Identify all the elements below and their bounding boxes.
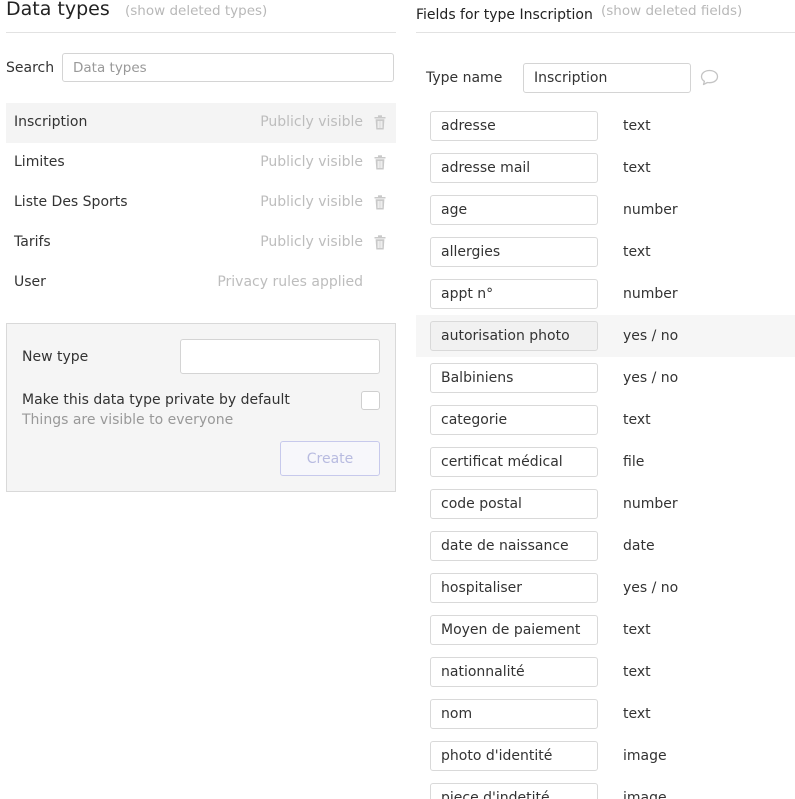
field-row: piece d'indetité image xyxy=(416,777,795,799)
trash-icon[interactable] xyxy=(374,115,386,130)
search-input[interactable] xyxy=(62,53,394,82)
field-type[interactable]: yes / no xyxy=(623,328,678,344)
private-by-default-label: Make this data type private by default xyxy=(22,392,290,408)
field-name-input[interactable]: categorie xyxy=(430,405,598,435)
trash-icon[interactable] xyxy=(374,155,386,170)
field-name-input[interactable]: piece d'indetité xyxy=(430,783,598,799)
data-type-row[interactable]: Limites Publicly visible xyxy=(6,143,396,183)
data-type-row[interactable]: Tarifs Publicly visible xyxy=(6,223,396,263)
data-type-row[interactable]: User Privacy rules applied xyxy=(6,263,396,303)
field-row: categorie text xyxy=(416,399,795,441)
field-name-input[interactable]: autorisation photo xyxy=(430,321,598,351)
field-type[interactable]: number xyxy=(623,202,678,218)
trash-icon[interactable] xyxy=(374,195,386,210)
new-type-input[interactable] xyxy=(180,339,380,374)
field-type[interactable]: image xyxy=(623,748,667,764)
comment-icon[interactable] xyxy=(700,69,719,86)
create-button[interactable]: Create xyxy=(280,441,380,476)
field-type[interactable]: yes / no xyxy=(623,370,678,386)
field-row: certificat médical file xyxy=(416,441,795,483)
field-type[interactable]: text xyxy=(623,622,651,638)
field-type[interactable]: yes / no xyxy=(623,580,678,596)
field-name-input[interactable]: adresse mail xyxy=(430,153,598,183)
field-row: nationnalité text xyxy=(416,651,795,693)
field-name-input[interactable]: date de naissance xyxy=(430,531,598,561)
field-row: appt n° number xyxy=(416,273,795,315)
field-name-input[interactable]: nom xyxy=(430,699,598,729)
type-name-input[interactable] xyxy=(523,63,691,93)
field-type[interactable]: number xyxy=(623,286,678,302)
field-name-input[interactable]: hospitaliser xyxy=(430,573,598,603)
field-type[interactable]: text xyxy=(623,160,651,176)
field-name-input[interactable]: photo d'identité xyxy=(430,741,598,771)
divider xyxy=(6,32,396,33)
field-type[interactable]: file xyxy=(623,454,644,470)
field-list: adresse text adresse mail text age number alle… xyxy=(416,105,795,799)
field-type[interactable]: text xyxy=(623,664,651,680)
field-name-input[interactable]: age xyxy=(430,195,598,225)
field-type[interactable]: text xyxy=(623,412,651,428)
field-type[interactable]: text xyxy=(623,244,651,260)
new-type-label: New type xyxy=(22,349,89,365)
field-row: allergies text xyxy=(416,231,795,273)
data-type-name: Liste Des Sports xyxy=(14,194,128,210)
field-name-input[interactable]: allergies xyxy=(430,237,598,267)
data-type-name: User xyxy=(14,274,46,290)
fields-panel: Fields for type Inscription (show delete… xyxy=(416,0,795,799)
field-row: age number xyxy=(416,189,795,231)
data-type-visibility: Publicly visible xyxy=(260,194,363,210)
field-name-input[interactable]: certificat médical xyxy=(430,447,598,477)
field-row: code postal number xyxy=(416,483,795,525)
field-name-input[interactable]: Moyen de paiement xyxy=(430,615,598,645)
field-row: hospitaliser yes / no xyxy=(416,567,795,609)
data-type-name: Inscription xyxy=(14,114,88,130)
divider xyxy=(416,32,795,33)
field-name-input[interactable]: adresse xyxy=(430,111,598,141)
search-label: Search xyxy=(6,60,55,76)
data-types-panel: Data types (show deleted types) Search I… xyxy=(6,0,396,799)
field-name-input[interactable]: Balbiniens xyxy=(430,363,598,393)
field-row: Balbiniens yes / no xyxy=(416,357,795,399)
field-row: autorisation photo yes / no xyxy=(416,315,795,357)
field-row: date de naissance date xyxy=(416,525,795,567)
field-type[interactable]: text xyxy=(623,706,651,722)
data-type-visibility: Publicly visible xyxy=(260,234,363,250)
data-type-visibility: Publicly visible xyxy=(260,114,363,130)
field-row: photo d'identité image xyxy=(416,735,795,777)
field-type[interactable]: image xyxy=(623,790,667,799)
fields-title: Fields for type Inscription xyxy=(416,7,593,23)
new-type-panel: New type Make this data type private by … xyxy=(6,323,396,492)
field-type[interactable]: number xyxy=(623,496,678,512)
field-name-input[interactable]: code postal xyxy=(430,489,598,519)
data-type-name: Tarifs xyxy=(14,234,51,250)
data-type-row[interactable]: Liste Des Sports Publicly visible xyxy=(6,183,396,223)
field-name-input[interactable]: nationnalité xyxy=(430,657,598,687)
show-deleted-fields-link[interactable]: (show deleted fields) xyxy=(601,3,742,19)
field-type[interactable]: date xyxy=(623,538,655,554)
type-name-label: Type name xyxy=(426,70,503,86)
field-row: adresse mail text xyxy=(416,147,795,189)
data-type-list: Inscription Publicly visible Limites Public… xyxy=(6,103,396,303)
private-by-default-checkbox[interactable] xyxy=(361,391,380,410)
data-type-row[interactable]: Inscription Publicly visible xyxy=(6,103,396,143)
field-name-input[interactable]: appt n° xyxy=(430,279,598,309)
field-row: adresse text xyxy=(416,105,795,147)
page-title: Data types xyxy=(6,0,110,20)
show-deleted-types-link[interactable]: (show deleted types) xyxy=(125,3,267,19)
field-row: Moyen de paiement text xyxy=(416,609,795,651)
field-row: nom text xyxy=(416,693,795,735)
data-type-name: Limites xyxy=(14,154,65,170)
private-by-default-hint: Things are visible to everyone xyxy=(22,412,234,428)
field-type[interactable]: text xyxy=(623,118,651,134)
data-type-visibility: Privacy rules applied xyxy=(217,274,363,290)
trash-icon[interactable] xyxy=(374,235,386,250)
data-type-visibility: Publicly visible xyxy=(260,154,363,170)
